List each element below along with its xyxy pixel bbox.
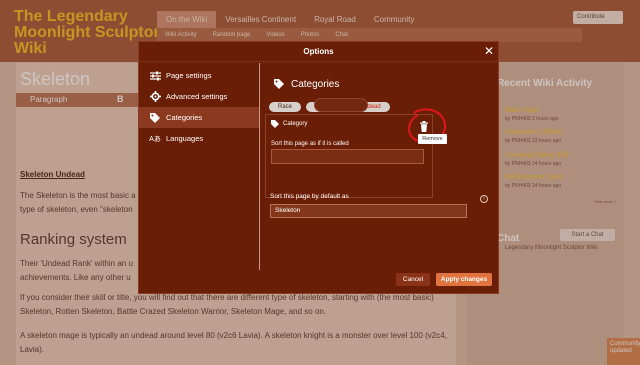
gear-icon: [149, 91, 161, 103]
close-icon[interactable]: ✕: [483, 45, 495, 57]
sort-label: Sort this page as if it is called: [271, 141, 349, 147]
apply-changes-button[interactable]: Apply changes: [436, 273, 492, 286]
sort-as-input[interactable]: [271, 149, 424, 164]
nav-page-settings[interactable]: Page settings: [139, 65, 259, 86]
remove-tooltip: Remove: [418, 134, 447, 144]
category-field-label: Category: [270, 119, 307, 128]
dialog-footer: Cancel Apply changes: [139, 270, 498, 294]
tag-icon: [149, 112, 161, 124]
translate-icon: Aあ: [149, 135, 161, 143]
options-nav: Page settings Advanced settings Categori…: [139, 63, 260, 270]
nav-label: Advanced settings: [166, 92, 228, 101]
nav-advanced-settings[interactable]: Advanced settings: [139, 86, 259, 107]
tag-icon: [273, 78, 285, 90]
sliders-icon: [149, 70, 161, 82]
trash-icon[interactable]: [419, 119, 429, 132]
section-title: Categories: [291, 78, 340, 90]
dialog-header: Options ✕: [139, 42, 498, 62]
default-sort-label: Sort this page by default as: [270, 193, 349, 200]
nav-categories[interactable]: Categories: [139, 107, 259, 128]
categories-panel: Categories Race Monster Undead Category …: [261, 63, 498, 270]
nav-label: Page settings: [166, 71, 212, 80]
dialog-title: Options: [303, 47, 334, 56]
default-sort-input[interactable]: Skeleton: [270, 204, 467, 218]
info-icon[interactable]: i: [480, 195, 488, 203]
nav-label: Categories: [166, 113, 203, 122]
category-label: Category: [283, 120, 308, 127]
nav-languages[interactable]: Aあ Languages: [139, 128, 259, 149]
category-chip[interactable]: Race: [269, 102, 302, 112]
tag-icon: [270, 119, 279, 128]
options-dialog: Options ✕ Page settings Advanced setting…: [138, 41, 499, 294]
category-input[interactable]: [314, 98, 368, 112]
nav-label: Languages: [166, 134, 204, 143]
section-heading: Categories: [273, 78, 339, 90]
cancel-button[interactable]: Cancel: [396, 273, 430, 286]
